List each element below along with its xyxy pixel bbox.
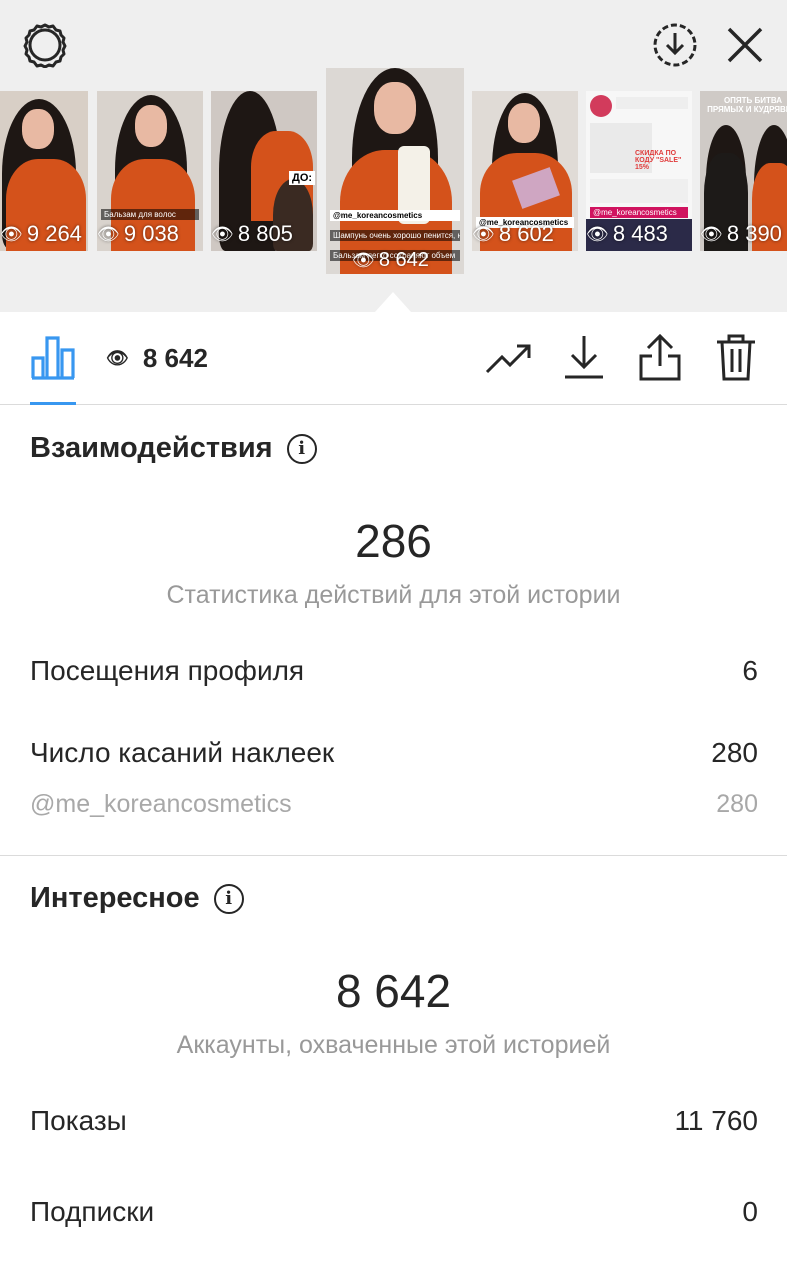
row-label: Показы <box>30 1105 127 1136</box>
story-thumbnail[interactable]: @me_koreancosmetics 👁 8 602 <box>472 91 578 251</box>
row-label: @me_koreancosmetics <box>30 790 292 818</box>
insights-bar-chart-icon[interactable] <box>30 334 76 380</box>
story-caption: ДО: <box>289 171 315 185</box>
eye-icon: 👁 <box>211 223 234 244</box>
row-value: 280 <box>711 737 758 768</box>
sticker-taps-row: Число касаний наклеек 280 <box>30 737 758 769</box>
story-thumbnail[interactable]: ДО: 👁 8 805 <box>211 91 317 251</box>
delete-trash-icon[interactable] <box>715 334 757 382</box>
story-strip-panel: 👁 9 264 Бальзам для волос 👁 9 038 ДО: 👁 8 8… <box>0 0 787 312</box>
story-thumbnail[interactable]: Бальзам для волос 👁 9 038 <box>97 91 203 251</box>
row-label: Число касаний наклеек <box>30 737 335 768</box>
row-value: 11 760 <box>674 1105 758 1136</box>
impressions-row: Показы 11 760 <box>30 1105 758 1137</box>
download-circle-icon[interactable] <box>652 22 698 68</box>
eye-icon: 👁 <box>97 223 120 244</box>
interactions-total: 286 <box>355 515 432 567</box>
story-caption: ОПЯТЬ БИТВА ПРЯМЫХ И КУДРЯВЫХ <box>707 96 787 114</box>
views-count: 👁 9 038 <box>97 221 179 246</box>
views-count: 👁 8 805 <box>211 221 293 246</box>
close-icon[interactable] <box>726 26 764 64</box>
info-icon[interactable]: i <box>213 883 244 914</box>
story-caption: Шампунь очень хорошо пенится, на мои вол… <box>330 230 460 241</box>
promo-text: СКИДКА ПО КОДУ "SALE" 15% <box>635 150 682 171</box>
eye-icon: 👁 <box>586 223 609 244</box>
views-count: 👁 9 264 <box>0 221 82 246</box>
views-count: 👁 8 602 <box>472 221 554 246</box>
eye-icon: 👁 <box>700 223 723 244</box>
story-thumbnails-strip: 👁 9 264 Бальзам для волос 👁 9 038 ДО: 👁 8 8… <box>0 68 787 278</box>
eye-icon: 👁 <box>472 223 495 244</box>
eye-icon: 👁 <box>352 250 375 270</box>
row-value: 0 <box>742 1196 758 1227</box>
reach-count: 👁 8 642 <box>106 343 208 373</box>
story-thumbnail[interactable]: СКИДКА ПО КОДУ "SALE" 15% @me_koreancosm… <box>586 91 692 251</box>
profile-visits-row: Посещения профиля 6 <box>30 655 758 687</box>
interactions-subtitle: Статистика действий для этой истории <box>166 581 621 609</box>
interactions-section-title: Взаимодействия i <box>30 432 317 465</box>
row-label: Подписки <box>30 1196 155 1227</box>
discovery-section-title: Интересное i <box>30 882 244 915</box>
views-count: 👁 8 642 <box>352 249 429 271</box>
story-thumbnail[interactable]: 👁 9 264 <box>0 91 88 251</box>
download-icon[interactable] <box>562 334 606 380</box>
row-label: Посещения профиля <box>30 655 305 686</box>
story-thumbnail-selected[interactable]: @me_koreancosmetics Шампунь очень хорошо… <box>326 68 464 274</box>
eye-icon: 👁 <box>106 348 129 368</box>
story-caption: Бальзам для волос <box>101 209 199 220</box>
discovery-total: 8 642 <box>335 965 452 1017</box>
story-caption: @me_koreancosmetics <box>590 207 688 218</box>
eye-icon: 👁 <box>0 223 23 244</box>
story-thumbnail[interactable]: ОПЯТЬ БИТВА ПРЯМЫХ И КУДРЯВЫХ 👁8 390 <box>700 91 787 251</box>
story-caption: @me_koreancosmetics <box>330 210 460 221</box>
row-value: 6 <box>742 655 758 686</box>
row-value: 280 <box>716 790 758 818</box>
active-tab-indicator <box>30 402 76 405</box>
insights-toolbar: 👁 8 642 <box>0 312 787 405</box>
views-count: 👁 8 483 <box>586 221 668 246</box>
settings-gear-icon[interactable] <box>22 22 68 68</box>
selection-pointer <box>375 292 411 312</box>
discovery-subtitle: Аккаунты, охваченные этой историей <box>176 1031 611 1059</box>
trending-up-icon[interactable] <box>485 342 533 376</box>
sticker-mention-row: @me_koreancosmetics 280 <box>30 790 758 819</box>
section-divider <box>0 855 787 856</box>
views-count: 👁 8 390 <box>700 221 782 246</box>
info-icon[interactable]: i <box>286 433 317 464</box>
follows-row: Подписки 0 <box>30 1196 758 1228</box>
share-icon[interactable] <box>638 334 682 382</box>
